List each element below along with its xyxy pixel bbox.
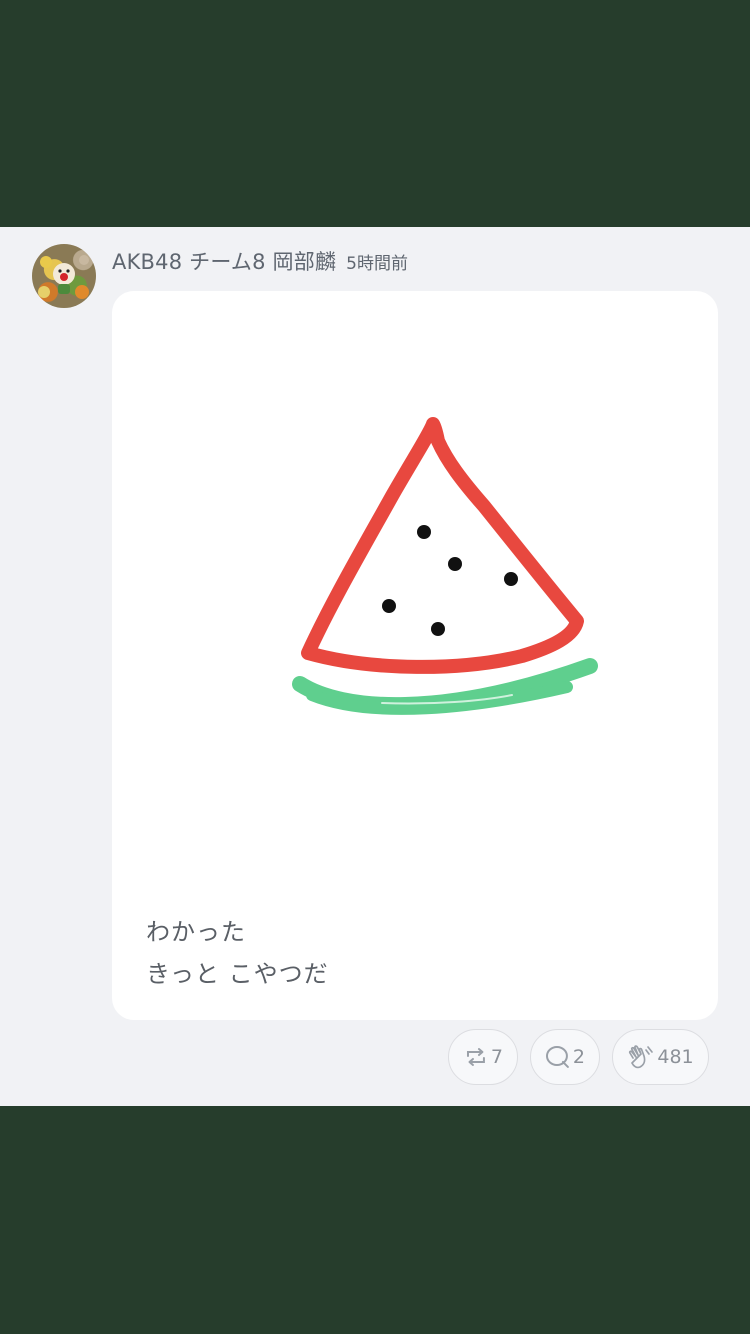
reply-count: 2 [572,1046,585,1068]
speech-bubble-icon [545,1046,569,1068]
post-header: AKB48 チーム8 岡部麟 5時間前 [112,246,408,280]
avatar[interactable] [32,244,96,308]
post-body: わかった きっと こやつだ [146,911,686,995]
clap-hands-icon [629,1045,654,1069]
watermelon-drawing [292,417,598,715]
post-body-line: わかった [146,918,246,946]
repost-count: 7 [490,1046,503,1068]
author-name[interactable]: AKB48 チーム8 岡部麟 [112,246,336,276]
clap-count: 481 [657,1046,694,1068]
post-body-line: きっと こやつだ [146,960,329,988]
post-timestamp: 5時間前 [346,254,408,274]
repost-icon [466,1048,485,1066]
clap-button[interactable]: 481 [612,1029,709,1085]
post-actions: 7 2 481 [448,1029,709,1087]
reply-button[interactable]: 2 [530,1029,600,1085]
repost-button[interactable]: 7 [448,1029,518,1085]
bottom-frame-band [0,1106,750,1334]
post-card[interactable]: わかった きっと こやつだ [112,291,718,1020]
top-frame-band [0,0,750,227]
avatar-photo-icon [38,255,89,299]
